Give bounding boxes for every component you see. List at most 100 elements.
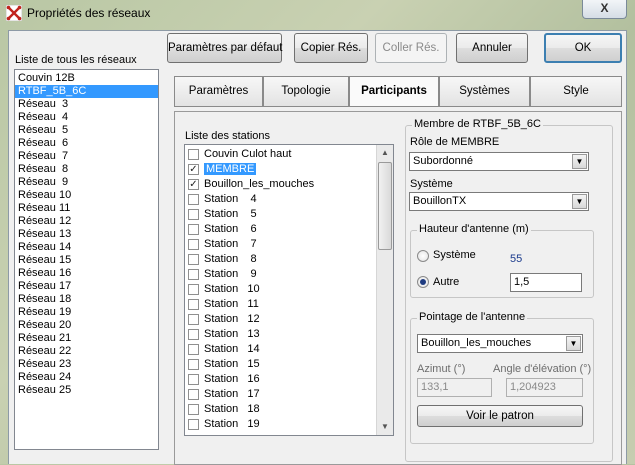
network-list-item[interactable]: Réseau 3: [15, 98, 158, 111]
system-combobox[interactable]: BouillonTX ▼: [409, 192, 589, 211]
station-name: Station 15: [204, 358, 260, 370]
system-label: Système: [410, 178, 453, 190]
network-list-item[interactable]: Réseau 11: [15, 202, 158, 215]
station-list-item[interactable]: Station 14: [185, 342, 393, 357]
station-list-item[interactable]: Station 9: [185, 267, 393, 282]
network-list-item[interactable]: Réseau 18: [15, 293, 158, 306]
other-height-input[interactable]: 1,5: [510, 273, 582, 292]
scroll-up-icon[interactable]: ▲: [377, 145, 393, 161]
checkbox-unchecked[interactable]: [188, 359, 199, 370]
ok-button[interactable]: OK: [544, 33, 622, 63]
network-list-item[interactable]: Réseau 24: [15, 371, 158, 384]
network-list-item[interactable]: Réseau 17: [15, 280, 158, 293]
station-list-item[interactable]: Station 12: [185, 312, 393, 327]
networks-listbox[interactable]: Couvin 12B RTBF_5B_6C Réseau 3 Réseau 4 Rése…: [14, 69, 159, 450]
checkbox-unchecked[interactable]: [188, 224, 199, 235]
stations-listbox[interactable]: Couvin Culot haut ✓ MEMBRE ✓ Bouillon_les_mo…: [184, 144, 394, 436]
station-list-item[interactable]: Station 4: [185, 192, 393, 207]
network-list-item[interactable]: Réseau 23: [15, 358, 158, 371]
network-list-item[interactable]: Réseau 6: [15, 137, 158, 150]
tab-systemes[interactable]: Systèmes: [439, 76, 530, 107]
station-name: Station 16: [204, 373, 260, 385]
scroll-thumb[interactable]: [378, 162, 392, 250]
copy-network-button[interactable]: Copier Rés.: [294, 33, 368, 63]
network-list-item[interactable]: Réseau 12: [15, 215, 158, 228]
network-list-item[interactable]: Réseau 8: [15, 163, 158, 176]
cancel-button[interactable]: Annuler: [456, 33, 528, 63]
close-icon: X: [600, 1, 609, 15]
network-list-item[interactable]: Réseau 19: [15, 306, 158, 319]
station-list-item[interactable]: ✓ Bouillon_les_mouches: [185, 177, 393, 192]
tab-participants[interactable]: Participants: [349, 76, 439, 107]
title-bar: Propriétés des réseaux X: [0, 0, 635, 28]
network-list-item[interactable]: Réseau 21: [15, 332, 158, 345]
network-list-item[interactable]: Réseau 16: [15, 267, 158, 280]
checkbox-unchecked[interactable]: [188, 209, 199, 220]
network-list-item[interactable]: Réseau 13: [15, 228, 158, 241]
network-list-item[interactable]: Réseau 7: [15, 150, 158, 163]
elevation-field: 1,204923: [506, 378, 583, 397]
elevation-label: Angle d'élévation (°): [493, 363, 592, 375]
checkbox-unchecked[interactable]: [188, 329, 199, 340]
pointing-target-combobox[interactable]: Bouillon_les_mouches ▼: [417, 334, 583, 353]
network-list-item[interactable]: Réseau 22: [15, 345, 158, 358]
checkbox-unchecked[interactable]: [188, 314, 199, 325]
checkbox-unchecked[interactable]: [188, 254, 199, 265]
checkbox-unchecked[interactable]: [188, 284, 199, 295]
network-list-item[interactable]: Réseau 10: [15, 189, 158, 202]
role-combobox[interactable]: Subordonné ▼: [409, 152, 589, 171]
checkbox-unchecked[interactable]: [188, 344, 199, 355]
checkbox-unchecked[interactable]: [188, 419, 199, 430]
checkbox-unchecked[interactable]: [188, 404, 199, 415]
checkbox-unchecked[interactable]: [188, 194, 199, 205]
tab-parametres[interactable]: Paramètres: [174, 76, 263, 107]
paste-network-button[interactable]: Coller Rés.: [375, 33, 447, 63]
station-list-item[interactable]: Couvin Culot haut: [185, 147, 393, 162]
station-list-item[interactable]: ✓ MEMBRE: [185, 162, 393, 177]
station-list-item[interactable]: Station 19: [185, 417, 393, 432]
station-list-item[interactable]: Station 11: [185, 297, 393, 312]
close-button[interactable]: X: [582, 0, 627, 19]
station-list-item[interactable]: Station 17: [185, 387, 393, 402]
network-list-item[interactable]: Réseau 14: [15, 241, 158, 254]
checkbox-unchecked[interactable]: [188, 239, 199, 250]
network-list-item[interactable]: Réseau 25: [15, 384, 158, 397]
scroll-down-icon[interactable]: ▼: [377, 419, 393, 435]
station-list-item[interactable]: Station 7: [185, 237, 393, 252]
chevron-down-icon[interactable]: ▼: [572, 154, 587, 169]
tab-style[interactable]: Style: [530, 76, 622, 107]
default-parameters-button[interactable]: Paramètres par défaut: [167, 33, 282, 63]
station-list-item[interactable]: Station 18: [185, 402, 393, 417]
checkbox-unchecked[interactable]: [188, 374, 199, 385]
radio-other-height[interactable]: [417, 276, 429, 288]
checkbox-unchecked[interactable]: [188, 389, 199, 400]
network-list-item[interactable]: Réseau 20: [15, 319, 158, 332]
checkbox-checked[interactable]: ✓: [188, 179, 199, 190]
station-name: Station 14: [204, 343, 260, 355]
station-list-item[interactable]: Station 8: [185, 252, 393, 267]
checkbox-checked[interactable]: ✓: [188, 164, 199, 175]
station-list-item[interactable]: Station 5: [185, 207, 393, 222]
checkbox-unchecked[interactable]: [188, 299, 199, 310]
checkbox-unchecked[interactable]: [188, 269, 199, 280]
network-list-item[interactable]: Réseau 5: [15, 124, 158, 137]
view-pattern-button[interactable]: Voir le patron: [417, 405, 583, 427]
radio-system-height[interactable]: [417, 250, 429, 262]
chevron-down-icon[interactable]: ▼: [566, 336, 581, 351]
station-list-item[interactable]: Station 16: [185, 372, 393, 387]
network-list-item[interactable]: Couvin 12B: [15, 72, 158, 85]
tab-topologie[interactable]: Topologie: [263, 76, 349, 107]
station-list-item[interactable]: Station 6: [185, 222, 393, 237]
station-list-item[interactable]: Station 15: [185, 357, 393, 372]
chevron-down-icon[interactable]: ▼: [572, 194, 587, 209]
network-list-item[interactable]: Réseau 15: [15, 254, 158, 267]
network-list-item[interactable]: RTBF_5B_6C: [15, 85, 158, 98]
network-list-item[interactable]: Réseau 9: [15, 176, 158, 189]
station-list-item[interactable]: Station 13: [185, 327, 393, 342]
checkbox-unchecked[interactable]: [188, 149, 199, 160]
azimuth-label: Azimut (°): [417, 363, 466, 375]
stations-scrollbar[interactable]: ▲ ▼: [376, 145, 393, 435]
station-name: Station 6: [204, 223, 257, 235]
network-list-item[interactable]: Réseau 4: [15, 111, 158, 124]
station-list-item[interactable]: Station 10: [185, 282, 393, 297]
